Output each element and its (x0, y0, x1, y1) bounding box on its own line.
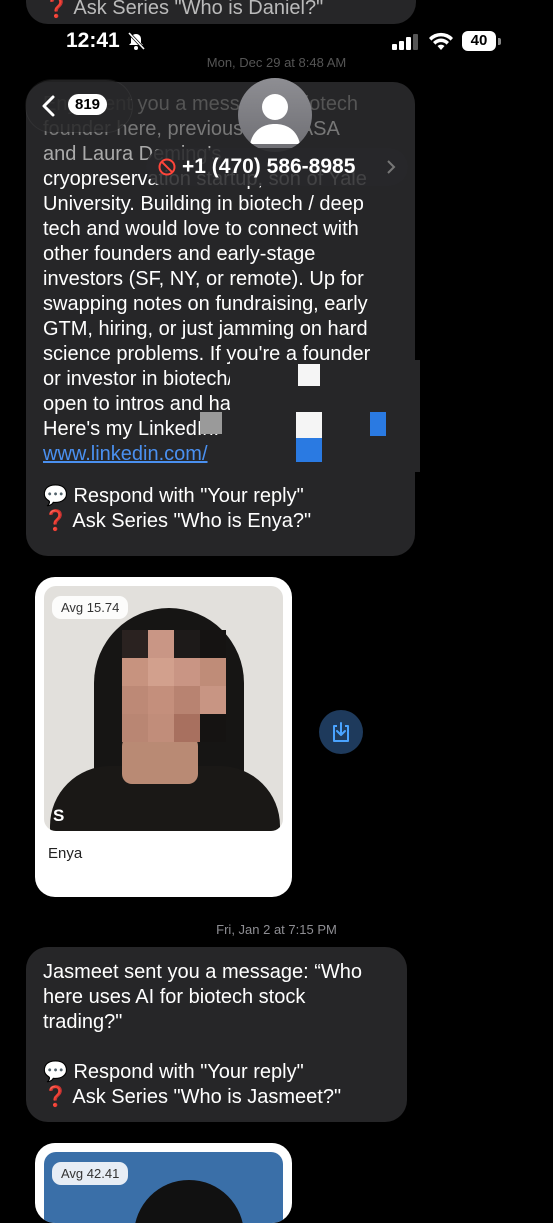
ask-series-line: ❓ Ask Series "Who is Daniel?" (44, 0, 324, 19)
profile-card-enya[interactable]: Avg 15.74 S Enya (35, 577, 292, 897)
message-line: other founders and early-stage (43, 243, 316, 265)
chevron-left-icon (42, 95, 55, 117)
cellular-signal-icon (392, 34, 418, 50)
avg-score-badge: Avg 42.41 (52, 1162, 129, 1185)
download-icon (333, 722, 349, 742)
chevron-right-icon (387, 160, 396, 174)
redaction-block (298, 364, 320, 386)
profile-photo: Avg 15.74 S (44, 586, 283, 831)
contact-avatar[interactable] (238, 78, 312, 152)
unread-count-badge: 819 (68, 94, 108, 115)
silent-bell-icon (127, 31, 146, 51)
timestamp-first: Mon, Dec 29 at 8:48 AM (206, 55, 347, 70)
timestamp-second: Fri, Jan 2 at 7:15 PM (216, 922, 337, 937)
wifi-icon (429, 32, 453, 50)
message-bubble-jasmeet[interactable]: Jasmeet sent you a message: “Who here us… (26, 947, 407, 1122)
message-line: GTM, hiring, or just jamming on hard (43, 318, 368, 340)
profile-photo: Avg 42.41 (44, 1152, 283, 1223)
battery-cap (498, 38, 501, 45)
contact-phone: +1 (470) 586-8985 (182, 155, 356, 178)
redaction-block (230, 360, 420, 472)
message-line: Jasmeet sent you a message: “Who (43, 961, 363, 983)
contact-pill[interactable]: +1 (470) 586-8985 (146, 148, 408, 186)
back-button[interactable]: 819 (26, 80, 132, 132)
redaction-block (296, 438, 322, 462)
linkedin-link[interactable]: www.linkedin.com/ (43, 443, 208, 465)
avg-score-badge: Avg 15.74 (52, 596, 129, 619)
hair-shape (134, 1180, 244, 1223)
message-line: swapping notes on fundraising, early (43, 293, 368, 315)
redaction-block (370, 412, 386, 436)
message-line: tech and would love to connect with (43, 218, 359, 240)
save-button[interactable] (319, 710, 363, 754)
ask-series-line: ❓ Ask Series "Who is Enya?" (43, 510, 312, 532)
person-icon (250, 94, 300, 144)
battery-level: 40 (470, 32, 488, 49)
neck-shape (122, 736, 198, 784)
message-text: Jasmeet sent you a message: “Who here us… (43, 960, 403, 1110)
initial-label: S (53, 806, 65, 825)
profile-card-second[interactable]: Avg 42.41 (35, 1143, 292, 1223)
profile-name: Enya (48, 845, 83, 862)
battery-indicator: 40 (462, 31, 496, 51)
ask-series-line: ❓ Ask Series "Who is Jasmeet?" (43, 1086, 342, 1108)
status-bar: 12:41 40 (0, 26, 553, 58)
respond-hint: 💬 Respond with "Your reply" (43, 485, 304, 507)
message-line: University. Building in biotech / deep (43, 193, 364, 215)
respond-hint: 💬 Respond with "Your reply" (43, 1061, 304, 1083)
redaction-block (296, 412, 322, 438)
pixelated-face (122, 630, 226, 742)
message-line: trading?" (43, 1011, 123, 1033)
message-line: here uses AI for biotech stock (43, 986, 306, 1008)
previous-message-bubble[interactable]: ❓ Ask Series "Who is Daniel?" (26, 0, 416, 24)
clock: 12:41 (66, 29, 120, 52)
redaction-block (200, 412, 222, 434)
message-line: investors (SF, NY, or remote). Up for (43, 268, 364, 290)
blocked-icon (158, 158, 176, 176)
